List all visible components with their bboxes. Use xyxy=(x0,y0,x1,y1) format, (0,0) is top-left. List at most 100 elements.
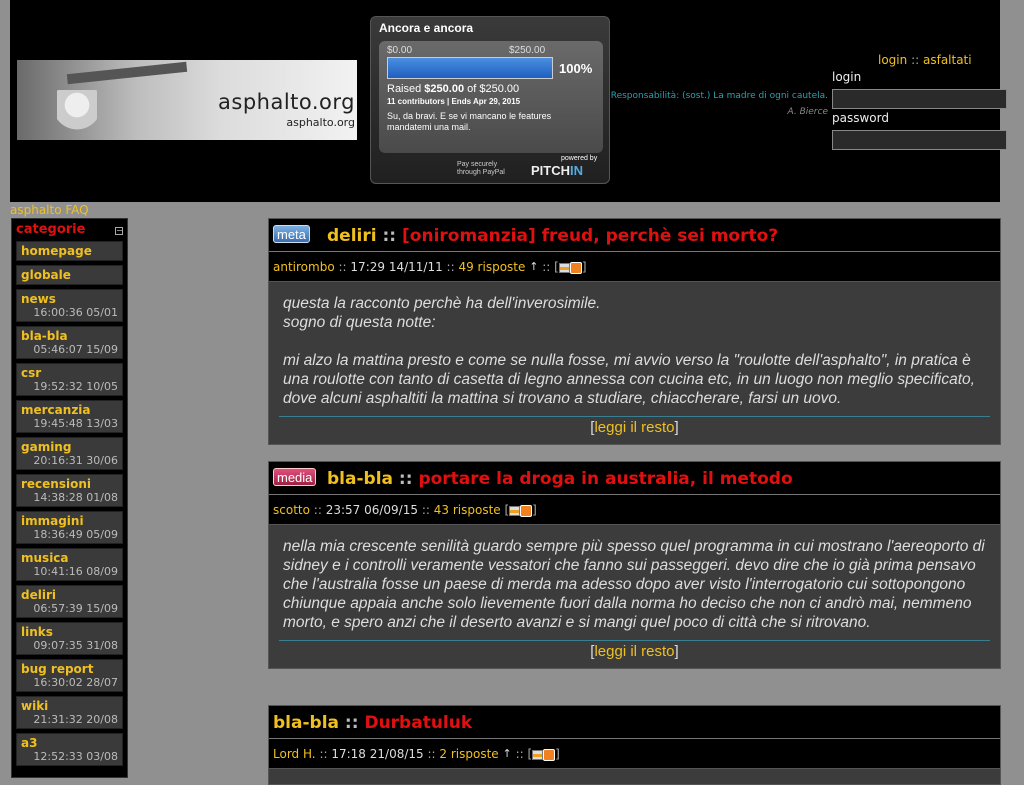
post-paragraph xyxy=(283,332,990,351)
post-category-link[interactable]: bla-bla xyxy=(327,469,393,489)
contributors-text: 11 contributors | Ends Apr 29, 2015 xyxy=(387,97,521,106)
post-paragraph: sogno di questa notte: xyxy=(283,314,436,331)
rss-icon[interactable] xyxy=(543,748,556,761)
category-list: homepage globale news 16:00:36 05/01 bla-bla… xyxy=(12,241,127,766)
category-name[interactable]: recensioni xyxy=(21,477,118,491)
sidebar-item-news[interactable]: news 16:00:36 05/01 xyxy=(16,289,123,322)
post-paragraph: mi alzo la mattina presto e come se null… xyxy=(283,352,975,407)
post-heading: bla-bla :: portare la droga in australia… xyxy=(327,469,793,489)
post-title-bar: bla-bla :: Durbatuluk xyxy=(269,706,1000,739)
post-author-link[interactable]: Lord H. xyxy=(273,747,316,761)
post-title-link[interactable]: [oniromanzia] freud, perchè sei morto? xyxy=(402,226,778,246)
print-icon[interactable] xyxy=(532,749,544,760)
print-icon[interactable] xyxy=(509,505,521,516)
quote-text: Responsabilità: (sost.) La madre di ogni… xyxy=(610,91,828,101)
media-badge-icon[interactable]: media xyxy=(273,468,317,486)
print-icon[interactable] xyxy=(558,262,570,273)
sidebar-item-musica[interactable]: musica 10:41:16 08/09 xyxy=(16,548,123,581)
category-name[interactable]: a3 xyxy=(21,736,118,750)
sidebar-item-bug-report[interactable]: bug report 16:30:02 28/07 xyxy=(16,659,123,692)
category-name[interactable]: wiki xyxy=(21,699,118,713)
sidebar-item-bla-bla[interactable]: bla-bla 05:46:07 15/09 xyxy=(16,326,123,359)
category-name[interactable]: bla-bla xyxy=(21,329,118,343)
sidebar-item-homepage[interactable]: homepage xyxy=(16,241,123,261)
meta-separator: :: xyxy=(427,747,436,761)
replies-link[interactable]: 2 risposte xyxy=(439,747,498,761)
heading-separator: :: xyxy=(398,469,413,489)
category-name[interactable]: news xyxy=(21,292,118,306)
post-paragraph: nella mia crescente senilità guardo semp… xyxy=(283,538,985,631)
category-name[interactable]: musica xyxy=(21,551,118,565)
category-name[interactable]: csr xyxy=(21,366,118,380)
sidebar-item-immagini[interactable]: immagini 18:36:49 05/09 xyxy=(16,511,123,544)
collapse-icon[interactable]: − xyxy=(115,227,123,235)
category-last-update: 19:52:32 10/05 xyxy=(33,380,118,393)
read-more-link[interactable]: leggi il resto xyxy=(594,643,674,660)
tools-open: :: [ xyxy=(515,747,533,761)
category-name[interactable]: gaming xyxy=(21,440,118,454)
read-more: [leggi il resto] xyxy=(269,641,1000,668)
rss-icon[interactable] xyxy=(569,261,582,274)
post-author-link[interactable]: scotto xyxy=(273,503,310,517)
category-name[interactable]: homepage xyxy=(21,244,118,258)
sidebar-item-deliri[interactable]: deliri 06:57:39 15/09 xyxy=(16,585,123,618)
replies-link[interactable]: 43 risposte xyxy=(434,503,501,517)
post-card: bla-bla :: Durbatuluk Lord H. :: 17:18 2… xyxy=(268,705,1001,785)
goal-high-label: $250.00 xyxy=(509,45,546,56)
sidebar-item-gaming[interactable]: gaming 20:16:31 30/06 xyxy=(16,437,123,470)
post-title-link[interactable]: Durbatuluk xyxy=(364,713,472,733)
category-last-update: 09:07:35 31/08 xyxy=(33,639,118,652)
asfaltati-link[interactable]: asfaltati xyxy=(923,53,972,67)
fundraiser-widget[interactable]: Ancora e ancora $0.00 $250.00 100% Raise… xyxy=(370,16,610,184)
post-author-link[interactable]: antirombo xyxy=(273,260,335,274)
category-name[interactable]: bug report xyxy=(21,662,118,676)
categories-sidebar: categorie − homepage globale news 16:00:36 … xyxy=(11,218,128,778)
meta-badge-icon[interactable]: meta xyxy=(273,225,310,243)
category-last-update: 16:00:36 05/01 xyxy=(33,306,118,319)
post-category-link[interactable]: bla-bla xyxy=(273,713,339,733)
up-arrow-icon[interactable]: ↑ xyxy=(503,747,512,760)
progress-fill xyxy=(388,58,552,78)
category-name[interactable]: globale xyxy=(21,268,118,282)
sidebar-item-a3[interactable]: a3 12:52:33 03/08 xyxy=(16,733,123,766)
post-meta: scotto :: 23:57 06/09/15 :: 43 risposte … xyxy=(269,495,1000,525)
category-name[interactable]: deliri xyxy=(21,588,118,602)
post-body: questa la racconto perchè ha dell'invero… xyxy=(269,282,1000,412)
progress-bar xyxy=(387,57,553,79)
faq-link[interactable]: asphalto FAQ xyxy=(10,203,89,217)
category-name[interactable]: links xyxy=(21,625,118,639)
meta-separator: :: xyxy=(421,503,430,517)
pitchin-logo[interactable]: PITCHIN xyxy=(531,163,583,178)
login-label: login xyxy=(832,70,862,84)
sidebar-item-wiki[interactable]: wiki 21:31:32 20/08 xyxy=(16,696,123,729)
category-name[interactable]: mercanzia xyxy=(21,403,118,417)
post-category-link[interactable]: deliri xyxy=(327,226,377,246)
up-arrow-icon[interactable]: ↑ xyxy=(529,260,538,273)
post-title-link[interactable]: portare la droga in australia, il metodo xyxy=(418,469,792,489)
read-more: [leggi il resto] xyxy=(269,417,1000,444)
widget-title: Ancora e ancora xyxy=(379,21,474,35)
sidebar-item-globale[interactable]: globale xyxy=(16,265,123,285)
category-last-update: 06:57:39 15/09 xyxy=(33,602,118,615)
sidebar-item-csr[interactable]: csr 19:52:32 10/05 xyxy=(16,363,123,396)
password-input[interactable] xyxy=(832,130,1007,150)
category-last-update: 18:36:49 05/09 xyxy=(33,528,118,541)
raised-text: Raised $250.00 of $250.00 xyxy=(387,83,520,95)
login-link[interactable]: login xyxy=(878,53,907,67)
password-label: password xyxy=(832,111,889,125)
read-more-link[interactable]: leggi il resto xyxy=(594,419,674,436)
category-last-update: 10:41:16 08/09 xyxy=(33,565,118,578)
site-logo[interactable]: asphalto.org asphalto.org xyxy=(17,60,357,140)
login-input[interactable] xyxy=(832,89,1007,109)
post-card: media bla-bla :: portare la droga in aus… xyxy=(268,461,1001,669)
sidebar-item-links[interactable]: links 09:07:35 31/08 xyxy=(16,622,123,655)
rss-icon[interactable] xyxy=(520,504,533,517)
replies-link[interactable]: 49 risposte xyxy=(458,260,525,274)
sidebar-item-mercanzia[interactable]: mercanzia 19:45:48 13/03 xyxy=(16,400,123,433)
post-body: nella mia crescente senilità guardo semp… xyxy=(269,525,1000,636)
meta-separator: :: xyxy=(319,747,328,761)
post-card: meta deliri :: [oniromanzia] freud, perc… xyxy=(268,218,1001,445)
heading-separator: :: xyxy=(344,713,359,733)
category-name[interactable]: immagini xyxy=(21,514,118,528)
sidebar-item-recensioni[interactable]: recensioni 14:38:28 01/08 xyxy=(16,474,123,507)
